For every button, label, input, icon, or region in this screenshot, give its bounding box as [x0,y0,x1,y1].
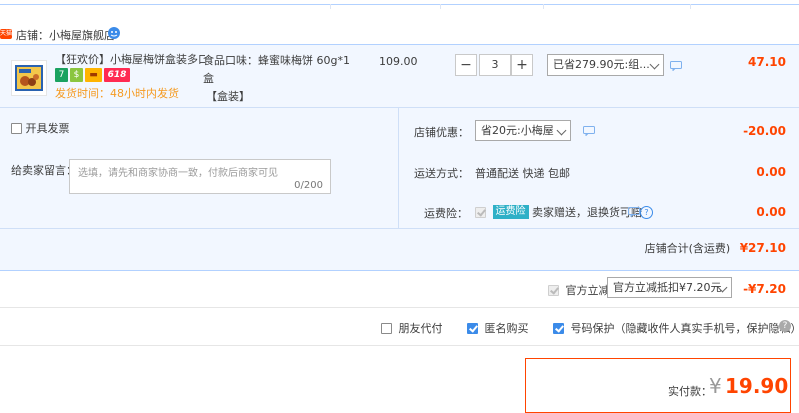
help-icon[interactable]: ? [779,320,791,332]
shop-total: 店铺合计(含运费) ¥27.10 [600,240,786,256]
invoice-checkbox[interactable] [11,123,22,134]
divider [0,345,799,346]
quantity-input[interactable]: 3 [479,54,511,76]
anonymous-purchase-option[interactable]: 匿名购买 [467,320,529,336]
divider [0,107,799,108]
divider [0,228,799,229]
friend-pay-option[interactable]: 朋友代付 [381,320,443,336]
official-discount-option: 官方立减 [548,282,610,298]
card-payment-badge[interactable]: ▬ [85,68,102,82]
payment-label: 实付款： [668,383,712,399]
anonymous-purchase-label: 匿名购买 [485,322,529,335]
shipping-insurance-checkbox [475,207,486,218]
shop-discount-label: 店铺优惠： [414,124,469,140]
shop-total-label: 店铺合计(含运费) [645,242,731,255]
memo-char-count: 0/200 [294,180,323,191]
payment-amount: 19.90 [725,374,788,398]
delivery-amount: 0.00 [696,165,786,179]
friend-pay-checkbox[interactable] [381,323,392,334]
shop-total-amount: ¥27.10 [740,241,786,255]
anonymous-purchase-checkbox[interactable] [467,323,478,334]
memo-placeholder: 选填，请先和商家协商一致，付款后商家可见 [78,164,278,179]
shop-name-link[interactable]: 店铺：小梅屋旗舰店 [16,27,115,43]
delivery-label: 运送方式： [414,165,469,181]
top-divider [0,4,799,5]
chat-bubble-icon[interactable] [628,207,640,217]
product-image [12,61,46,95]
attribute-package: 【盒装】 [203,88,353,106]
product-title-link[interactable]: 【狂欢价】小梅屋梅饼盒装多口... [55,52,205,67]
unit-price: 109.00 [379,55,418,68]
shipping-time: 发货时间：48小时内发货 [55,85,179,101]
currency-symbol: ¥ [709,374,722,398]
divider [0,307,799,308]
shop-discount-select[interactable]: 省20元:小梅屋 [475,120,571,141]
item-promotion-select[interactable]: 已省279.90元:组... [547,54,664,76]
tmall-badge: 天猫 [0,29,12,39]
product-thumbnail[interactable] [11,60,47,96]
attribute-flavor: 食品口味：蜂蜜味梅饼 60g*1盒 [203,52,353,88]
insurance-badge[interactable]: $ [70,68,83,82]
official-discount-checkbox [548,285,559,296]
product-attributes: 食品口味：蜂蜜味梅饼 60g*1盒 【盒装】 [203,52,353,106]
shipping-insurance-tag: 运费险 [493,205,529,219]
shop-discount-value: 省20元:小梅屋 [481,124,554,137]
invoice-label: 开具发票 [26,122,70,135]
shipping-insurance-amount: 0.00 [696,205,786,219]
shop-discount-amount: -20.00 [696,124,786,138]
seller-memo-textarea[interactable]: 选填，请先和商家协商一致，付款后商家可见 0/200 [69,159,331,194]
column-tick [330,4,331,9]
item-promotion-value: 已省279.90元:组... [553,58,650,71]
seven-day-return-badge[interactable]: 7 [55,68,68,82]
promo-618-badge[interactable]: 618 [104,68,130,82]
friend-pay-label: 朋友代付 [399,322,443,335]
shipping-insurance-text: 卖家赠送，退换货可赔 [532,206,642,219]
column-tick [690,4,691,9]
chevron-down-icon [557,126,567,136]
column-tick [440,4,441,9]
invoice-option[interactable]: 开具发票 [11,120,70,136]
item-subtotal: 47.10 [700,55,786,69]
number-protection-option[interactable]: 号码保护（隐藏收件人真实手机号，保护隐私） [553,320,799,336]
delivery-method: 普通配送 快递 包邮 [475,165,570,181]
decrease-quantity-button[interactable]: − [455,54,477,76]
number-protection-label: 号码保护（隐藏收件人真实手机号，保护隐私） [571,322,799,335]
increase-quantity-button[interactable]: + [511,54,533,76]
official-discount-label: 官方立减 [566,284,610,297]
chevron-down-icon [650,60,660,70]
divider [398,108,399,228]
number-protection-checkbox[interactable] [553,323,564,334]
wangwang-chat-icon[interactable] [107,26,121,40]
help-icon[interactable]: ? [640,206,653,219]
payment-summary: 实付款： ¥ 19.90 [525,358,791,413]
shipping-insurance-label: 运费险： [424,205,468,221]
column-tick [543,4,544,9]
shipping-insurance-option: 运费险 卖家赠送，退换货可赔 [475,204,642,220]
memo-label: 给卖家留言： [11,162,77,178]
chat-bubble-icon[interactable] [670,61,682,71]
official-discount-amount: -¥7.20 [696,282,786,296]
chat-bubble-icon[interactable] [583,126,595,136]
